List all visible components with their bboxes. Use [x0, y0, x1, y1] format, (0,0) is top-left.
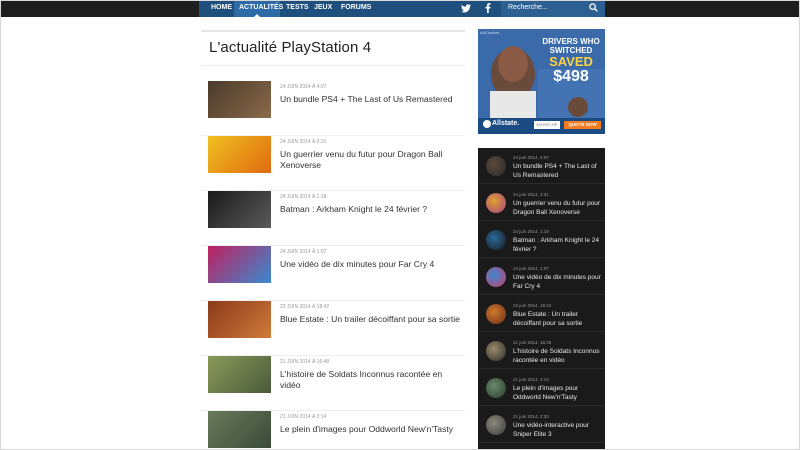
- news-separator: [478, 405, 605, 406]
- news-date: 24 juin 2014, 1:07: [513, 266, 549, 271]
- title-top-divider: [201, 30, 465, 32]
- article-date: 21 juin 2014 à 3:14: [280, 414, 327, 420]
- sidebar-news-item[interactable]: 21 juin 2014, 2:30 Une vidéo-interactive …: [478, 407, 605, 443]
- allstate-logo-icon: [483, 120, 491, 128]
- article-row[interactable]: 21 juin 2014 à 16:48 L'histoire de Soldat…: [201, 356, 465, 411]
- article-thumbnail[interactable]: [208, 411, 271, 448]
- article-thumbnail[interactable]: [208, 191, 271, 228]
- sidebar-news-item[interactable]: 24 juin 2014, 1:18 Batman : Arkham Knight…: [478, 222, 605, 258]
- sidebar-news-item[interactable]: 22 juin 2014, 18:42 Blue Estate : Un trai…: [478, 296, 605, 332]
- article-date: 21 juin 2014 à 16:48: [280, 359, 330, 365]
- nav-item-forums[interactable]: Forums: [341, 1, 371, 17]
- article-date: 24 juin 2014 à 4:07: [280, 84, 327, 90]
- article-row[interactable]: 24 juin 2014 à 1:18 Batman : Arkham Knigh…: [201, 191, 465, 246]
- news-separator: [478, 294, 605, 295]
- article-thumbnail[interactable]: [208, 246, 271, 283]
- news-title[interactable]: Un guerrier venu du futur pour Dragon Ba…: [513, 200, 601, 217]
- news-separator: [478, 442, 605, 443]
- news-date: 21 juin 2014, 3:14: [513, 377, 549, 382]
- ad-brand: Allstate.: [492, 120, 520, 127]
- news-separator: [478, 368, 605, 369]
- article-title[interactable]: L'histoire de Soldats Inconnus racontée …: [280, 369, 460, 391]
- article-date: 24 juin 2014 à 1:18: [280, 194, 327, 200]
- sidebar-news-item[interactable]: 24 juin 2014, 4:07 Un bundle PS4 + The La…: [478, 148, 605, 184]
- sidebar-news-item[interactable]: 21 juin 2014, 3:14 Le plein d'images pour…: [478, 370, 605, 406]
- news-avatar[interactable]: [486, 267, 506, 287]
- ad-saved-label: SAVED: [549, 54, 593, 69]
- ad-banner[interactable]: DRIVERS WHO SWITCHED SAVED $498 Allstate…: [478, 29, 605, 134]
- news-title[interactable]: Blue Estate : Un trailer décoiffant pour…: [513, 311, 601, 328]
- article-title[interactable]: Une vidéo de dix minutes pour Far Cry 4: [280, 259, 460, 270]
- news-title[interactable]: Le plein d'images pour Oddworld New'n'Ta…: [513, 385, 601, 402]
- article-title[interactable]: Blue Estate : Un trailer décoiffant pour…: [280, 314, 460, 325]
- news-date: 24 juin 2014, 3:31: [513, 192, 549, 197]
- news-title[interactable]: Une vidéo-interactive pour Sniper Elite …: [513, 422, 601, 439]
- twitter-icon[interactable]: [456, 1, 476, 17]
- news-avatar[interactable]: [486, 230, 506, 250]
- title-underline: [201, 65, 465, 66]
- ad-choices-label[interactable]: AdChoices: [480, 30, 499, 35]
- article-date: 24 juin 2014 à 1:07: [280, 249, 327, 255]
- ad-amount: $498: [553, 68, 589, 85]
- article-title[interactable]: Un guerrier venu du futur pour Dragon Ba…: [280, 149, 460, 171]
- article-row[interactable]: 21 juin 2014 à 3:14 Le plein d'images pou…: [201, 411, 465, 449]
- news-date: 24 juin 2014, 1:18: [513, 229, 549, 234]
- search-placeholder: Recherche...: [508, 4, 548, 11]
- ad-headline: DRIVERS WHO SWITCHED: [542, 37, 600, 55]
- news-separator: [478, 220, 605, 221]
- article-row[interactable]: 24 juin 2014 à 4:07 Un bundle PS4 + The L…: [201, 81, 465, 136]
- news-title[interactable]: Une vidéo de dix minutes pour Far Cry 4: [513, 274, 601, 291]
- header-bar-right: [605, 1, 799, 17]
- article-row[interactable]: 24 juin 2014 à 3:31 Un guerrier venu du f…: [201, 136, 465, 191]
- nav-item-tests[interactable]: Tests: [286, 1, 309, 17]
- news-title[interactable]: L'histoire de Soldats Inconnus racontée …: [513, 348, 601, 365]
- nav-item-actualites[interactable]: Actualités: [239, 1, 283, 17]
- article-row[interactable]: 24 juin 2014 à 1:07 Une vidéo de dix minu…: [201, 246, 465, 301]
- news-separator: [478, 183, 605, 184]
- sidebar-news-list: 24 juin 2014, 4:07 Un bundle PS4 + The La…: [478, 148, 605, 449]
- nav-item-home[interactable]: Home: [211, 1, 232, 17]
- news-avatar[interactable]: [486, 415, 506, 435]
- article-row[interactable]: 22 juin 2014 à 18:42 Blue Estate : Un tra…: [201, 301, 465, 356]
- news-avatar[interactable]: [486, 304, 506, 324]
- facebook-icon[interactable]: [478, 1, 498, 17]
- page-title: L'actualité PlayStation 4: [209, 39, 372, 56]
- sidebar-news-item[interactable]: 24 juin 2014, 1:07 Une vidéo de dix minut…: [478, 259, 605, 295]
- ad-zip-input[interactable]: ENTER ZIP: [534, 121, 560, 129]
- news-title[interactable]: Batman : Arkham Knight le 24 février ?: [513, 237, 601, 254]
- article-date: 22 juin 2014 à 18:42: [280, 304, 330, 310]
- news-separator: [478, 331, 605, 332]
- news-title[interactable]: Un bundle PS4 + The Last of Us Remastere…: [513, 163, 601, 180]
- article-thumbnail[interactable]: [208, 136, 271, 173]
- header-bar-left: [1, 1, 199, 17]
- news-avatar[interactable]: [486, 378, 506, 398]
- news-avatar[interactable]: [486, 193, 506, 213]
- article-thumbnail[interactable]: [208, 356, 271, 393]
- news-date: 24 juin 2014, 4:07: [513, 155, 549, 160]
- search-icon[interactable]: [589, 3, 598, 12]
- news-date: 21 juin 2014, 2:30: [513, 414, 549, 419]
- article-thumbnail[interactable]: [208, 301, 271, 338]
- article-title[interactable]: Batman : Arkham Knight le 24 février ?: [280, 204, 460, 215]
- article-date: 24 juin 2014 à 3:31: [280, 139, 327, 145]
- sidebar-news-item[interactable]: 24 juin 2014, 3:31 Un guerrier venu du fu…: [478, 185, 605, 221]
- article-title[interactable]: Le plein d'images pour Oddworld New'n'Ta…: [280, 424, 460, 435]
- news-separator: [478, 257, 605, 258]
- news-date: 21 juin 2014, 16:48: [513, 340, 552, 345]
- article-thumbnail[interactable]: [208, 81, 271, 118]
- news-date: 22 juin 2014, 18:42: [513, 303, 552, 308]
- news-avatar[interactable]: [486, 341, 506, 361]
- nav-item-jeux[interactable]: Jeux: [314, 1, 332, 17]
- sidebar-news-item[interactable]: 21 juin 2014, 16:48 L'histoire de Soldats…: [478, 333, 605, 369]
- article-title[interactable]: Un bundle PS4 + The Last of Us Remastere…: [280, 94, 460, 105]
- page-frame: Home Actualités Tests Jeux Forums Recher…: [0, 0, 800, 450]
- news-avatar[interactable]: [486, 156, 506, 176]
- ad-quote-button[interactable]: QUOTE NOW: [564, 121, 601, 129]
